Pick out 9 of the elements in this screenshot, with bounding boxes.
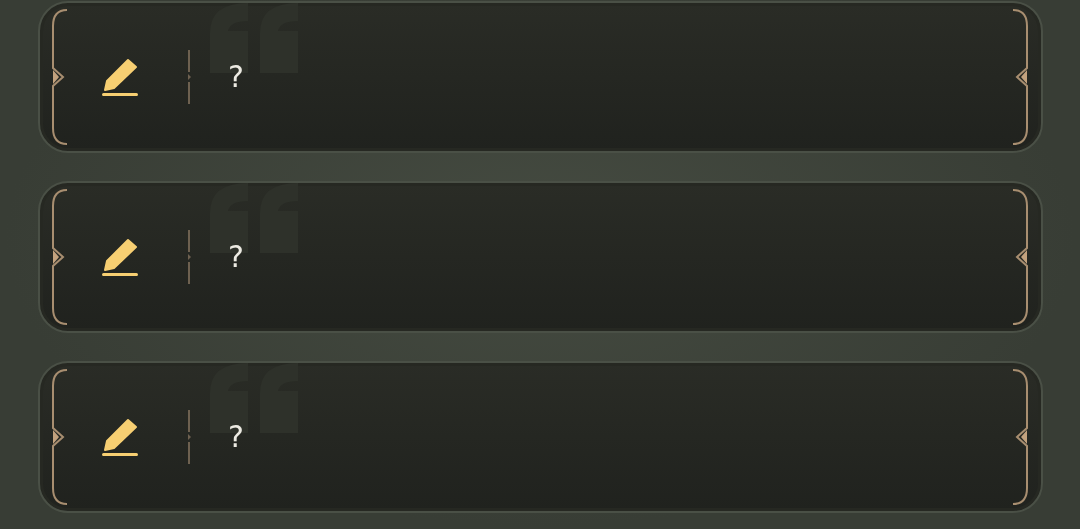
divider-drawing bbox=[186, 50, 192, 104]
pencil-icon bbox=[102, 238, 138, 276]
card-text: ? bbox=[228, 242, 244, 272]
pencil-icon bbox=[102, 58, 138, 96]
divider-drawing bbox=[186, 410, 192, 464]
pencil-icon bbox=[102, 418, 138, 456]
card-text: ? bbox=[228, 422, 244, 452]
card-text: ? bbox=[228, 62, 244, 92]
divider-drawing bbox=[186, 230, 192, 284]
